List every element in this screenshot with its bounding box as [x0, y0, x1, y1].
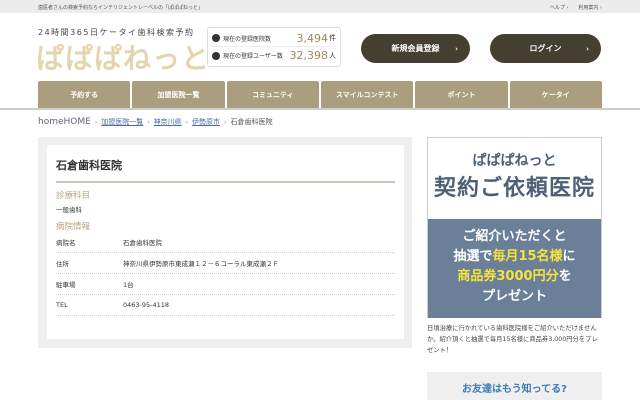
login-label: ログイン — [529, 44, 562, 53]
banner-logo: ぱぱぱねっと — [472, 153, 557, 169]
chevron-right-icon: › — [455, 44, 458, 53]
main-nav: 予約する 加盟医院一覧 コミュニティ スマイルコンテスト ポイント ケータイ — [38, 81, 602, 108]
table-row: TEL 0463-95-4118 — [56, 295, 395, 316]
breadcrumb-clinics[interactable]: 加盟医院一覧 — [101, 117, 143, 127]
clinic-icon — [212, 34, 220, 42]
banner-title: 契約ご依頼医院 — [433, 176, 595, 201]
friend-box[interactable]: お友達はもう知ってる? — [427, 372, 602, 400]
stat-value: 32,398 — [289, 49, 329, 62]
banner-line: ご紹介いただくと — [462, 229, 567, 244]
table-row: 駐車場 1台 — [56, 274, 395, 295]
stat-label: 現在の登録医院数 — [223, 35, 272, 43]
register-label: 新規会員登録 — [391, 44, 440, 53]
user-icon — [212, 51, 220, 60]
stat-unit: 件 — [329, 34, 336, 42]
banner-text: を — [558, 269, 572, 284]
nav-clinics[interactable]: 加盟医院一覧 — [132, 81, 225, 108]
row-value: 1台 — [123, 281, 134, 289]
stat-value: 3,494 — [296, 31, 329, 45]
nav-community[interactable]: コミュニティ — [226, 81, 319, 108]
breadcrumb-city[interactable]: 伊勢原市 — [192, 117, 220, 127]
row-value: 神奈川県伊勢原市東成瀬１２－６コーラル東成瀬２Ｆ — [123, 260, 279, 268]
register-button[interactable]: 新規会員登録 › — [361, 34, 470, 63]
guide-link[interactable]: 利用案内 › — [578, 4, 602, 11]
info-table: 病院名 石倉歯科医院 住所 神奈川県伊勢原市東成瀬１２－６コーラル東成瀬２Ｆ 駐車場… — [56, 232, 395, 316]
breadcrumb-sep: › — [224, 118, 227, 126]
banner-text: に — [562, 249, 576, 264]
clinic-panel: 石倉歯科医院 診療科目 一般歯科 病院情報 病院名 石倉歯科医院 住所 神奈川県伊勢… — [38, 137, 412, 348]
banner-description: 日頃治療に行かれている歯科医院様をご紹介いただけませんか。紹介頂くと抽選で毎月1… — [427, 325, 598, 354]
banner-line: プレゼント — [481, 289, 547, 304]
stats-box: 現在の登録医院数 3,494 件 現在の登録ユーザー数 32,398 人 — [207, 27, 341, 67]
chevron-right-icon: › — [586, 44, 589, 53]
banner-highlight: 商品券3000円分 — [457, 269, 559, 284]
table-row: 病院名 石倉歯科医院 — [56, 232, 395, 253]
table-row: 住所 神奈川県伊勢原市東成瀬１２－６コーラル東成瀬２Ｆ — [56, 253, 395, 274]
breadcrumb-sep: › — [185, 118, 189, 126]
top-bar: 歯医者さんの検索予約ならインテリジェントレーベルの「ぱぱぱねっと」 ヘルプ › 利… — [0, 0, 640, 13]
dept-heading: 診療科目 — [56, 191, 91, 201]
breadcrumb-sep: › — [147, 118, 150, 126]
breadcrumb-sep: › — [94, 118, 98, 126]
help-link[interactable]: ヘルプ › — [550, 4, 569, 11]
nav-smile-contest[interactable]: スマイルコンテスト — [320, 81, 414, 108]
row-value: 石倉歯科医院 — [123, 239, 162, 247]
row-key: 病院名 — [56, 239, 76, 247]
referral-banner[interactable]: ぱぱぱねっと契約ご依頼医院 ご紹介いただくと 抽選で毎月15名様に 商品券300… — [427, 137, 602, 318]
nav-reserve[interactable]: 予約する — [38, 81, 131, 108]
site-intro: 歯医者さんの検索予約ならインテリジェントレーベルの「ぱぱぱねっと」 — [38, 5, 204, 11]
login-button[interactable]: ログイン › — [490, 34, 601, 63]
breadcrumb: homeHOME › 加盟医院一覧 › 神奈川県 › 伊勢原市 › 石倉歯科医院 — [38, 117, 272, 127]
banner-highlight: 毎月15名様 — [492, 249, 563, 264]
row-key: 駐車場 — [56, 281, 76, 289]
stat-unit: 人 — [329, 51, 336, 60]
nav-points[interactable]: ポイント — [415, 81, 508, 108]
info-heading: 病院情報 — [56, 222, 91, 232]
clinic-name: 石倉歯科医院 — [56, 145, 395, 183]
row-key: 住所 — [56, 260, 69, 268]
nav-divider — [0, 108, 640, 110]
row-key: TEL — [56, 301, 68, 309]
breadcrumb-home[interactable]: homeHOME — [38, 117, 91, 127]
row-value: 0463-95-4118 — [123, 301, 170, 309]
dept-value: 一般歯科 — [56, 206, 82, 214]
breadcrumb-prefecture[interactable]: 神奈川県 — [154, 117, 182, 127]
clinic-card: 石倉歯科医院 診療科目 一般歯科 病院情報 病院名 石倉歯科医院 住所 神奈川県伊勢… — [47, 145, 404, 339]
site-logo[interactable]: ぱぱぱねっと — [36, 37, 210, 77]
banner-text: 抽選で — [453, 249, 493, 264]
stat-label: 現在の登録ユーザー数 — [223, 53, 283, 60]
nav-mobile[interactable]: ケータイ — [509, 81, 602, 108]
breadcrumb-current: 石倉歯科医院 — [230, 118, 273, 126]
